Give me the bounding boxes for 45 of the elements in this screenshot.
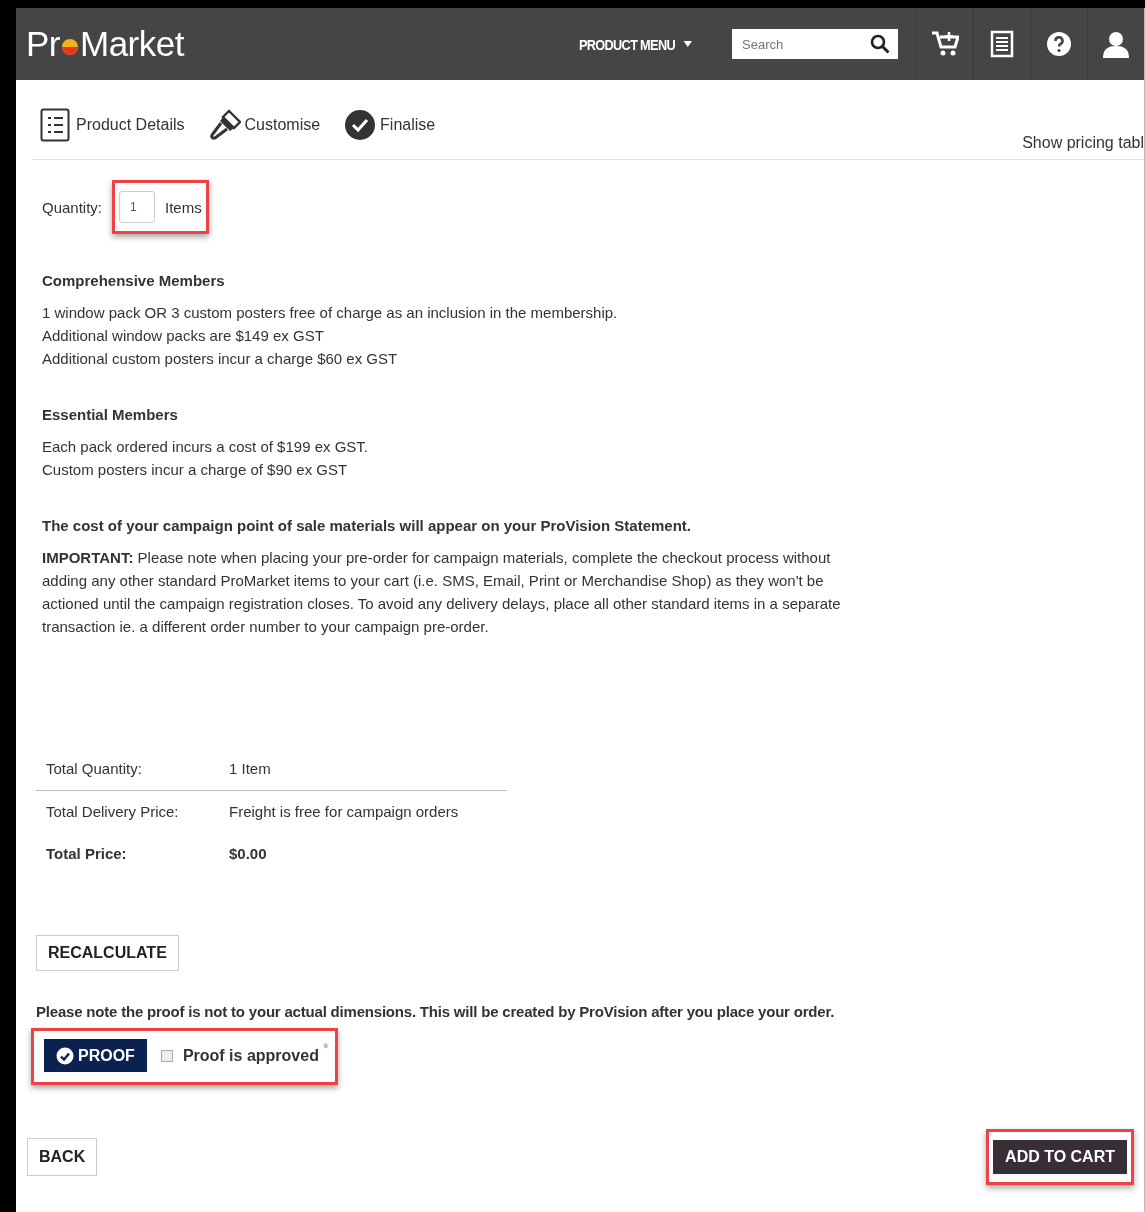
step-tab[interactable]: Finalise: [344, 108, 436, 142]
product-menu-button[interactable]: PRODUCT MENU: [579, 35, 693, 53]
quantity-label: Quantity:: [42, 198, 103, 216]
check-circle-icon: [344, 108, 377, 142]
help-icon[interactable]: [1045, 30, 1073, 58]
brush-icon: [208, 108, 241, 142]
info-text: 1 window pack OR 3 custom posters free of charge as an inclusion in the membership.: [42, 303, 619, 323]
logo-dot-icon: [60, 36, 80, 56]
list-icon[interactable]: [988, 30, 1016, 58]
search-button[interactable]: [862, 29, 898, 59]
search-field[interactable]: Search: [732, 29, 862, 59]
user-icon[interactable]: [1102, 30, 1130, 58]
step-tab[interactable]: Product Details: [40, 108, 185, 142]
summary-value: $0.00: [229, 844, 267, 864]
search-icon: [870, 34, 890, 54]
required-mark: *: [322, 1039, 329, 1056]
summary-label: Total Price:: [46, 844, 128, 864]
unit-label: Items: [165, 198, 202, 216]
summary-label: Total Quantity:: [46, 759, 143, 779]
back-button[interactable]: BACK: [27, 1138, 98, 1176]
check-circle-icon: [56, 1047, 74, 1065]
info-text: Additional window packs are $149 ex GST: [42, 326, 325, 346]
proof-note: Please note the proof is not to your actual dimensions. This will be created by ProVision after you place your order.: [36, 1003, 836, 1020]
recalculate-button[interactable]: RECALCULATE: [36, 935, 179, 971]
summary-label: Total Delivery Price:: [46, 802, 180, 822]
statement-text: The cost of your campaign point of sale materials will appear on your ProVision Statement.: [42, 517, 693, 534]
logo[interactable]: Pr Market: [26, 24, 184, 64]
checkbox[interactable]: [160, 1049, 173, 1062]
section-heading: Comprehensive Members: [42, 272, 226, 289]
section-heading: Essential Members: [42, 406, 179, 423]
list-icon: [40, 108, 72, 142]
cart-icon[interactable]: [931, 30, 959, 58]
step-tab[interactable]: Customise: [208, 108, 321, 142]
info-text: Each pack ordered incurs a cost of $199 ex GST.: [42, 437, 369, 457]
summary-value: Freight is free for campaign orders: [229, 802, 459, 822]
add-to-cart-button[interactable]: ADD TO CART: [993, 1140, 1127, 1174]
pricing-link[interactable]: Show pricing tabl: [1022, 134, 1144, 152]
quantity-field[interactable]: 1: [119, 191, 156, 223]
caret-icon: [683, 41, 693, 47]
info-text: Additional custom posters incur a charge $60 ex GST: [42, 349, 399, 369]
checkbox-label: Proof is approved: [182, 1046, 319, 1065]
proof-button[interactable]: PROOF: [44, 1039, 147, 1072]
info-text: Custom posters incur a charge of $90 ex GST: [42, 460, 349, 480]
summary-value: 1 Item: [229, 759, 271, 779]
notice-text: IMPORTANT: Please note when placing your pre-order for campaign materials, complete the checkout process without adding any other standard ProMarket items to your cart (i.e. SMS, Email, Print or Merchandise Shop) as they won't be actioned until the campaign registration closes. To avoid any delivery delays, place all other standard items in a separate transaction ie. a different order number to your campaign pre-order.: [42, 548, 842, 637]
